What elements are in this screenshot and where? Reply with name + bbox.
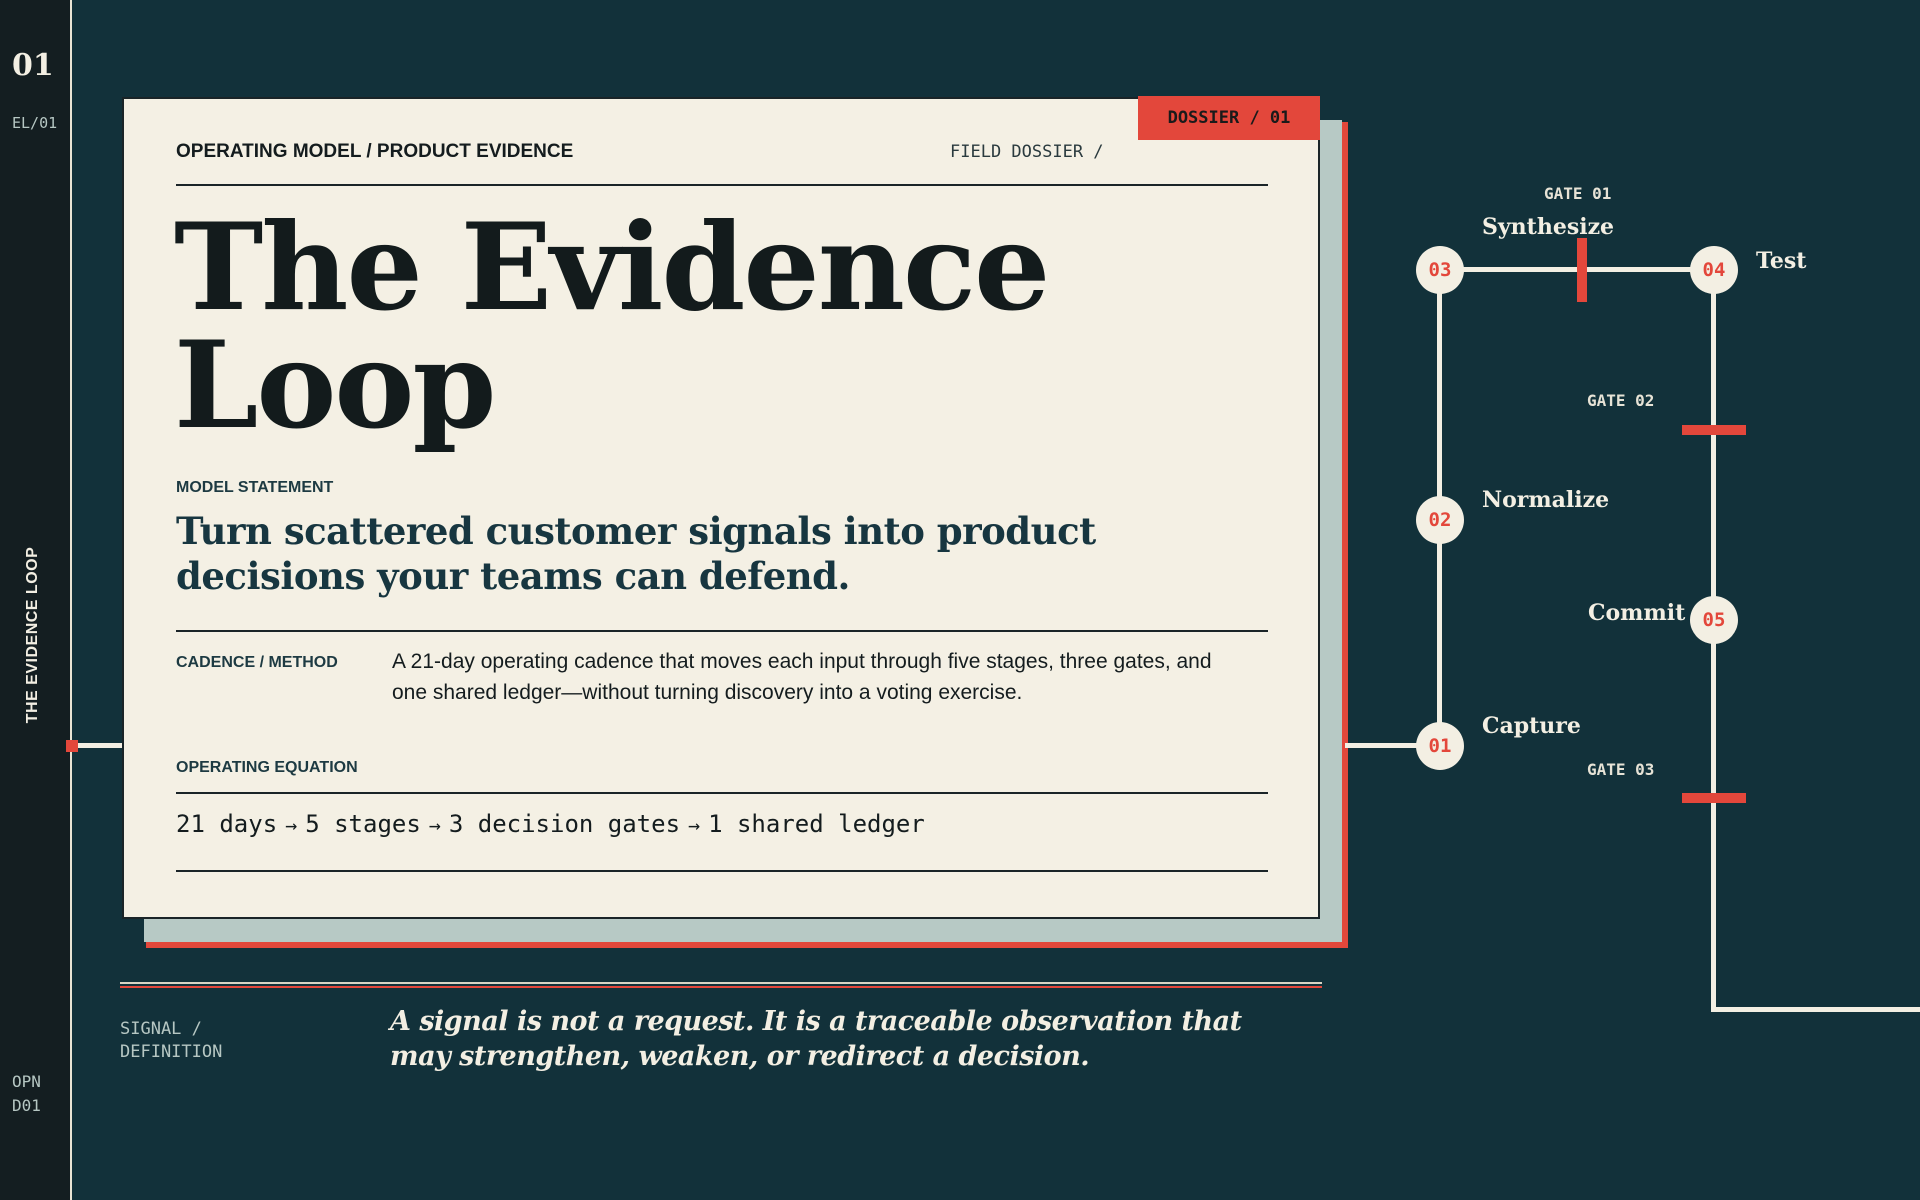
- gate-02-label: GATE 02: [1587, 391, 1655, 410]
- equation-rule-top: [176, 792, 1268, 794]
- statement-label: MODEL STATEMENT: [176, 479, 334, 496]
- vertical-title: THE EVIDENCE LOOP: [24, 546, 41, 724]
- field-dossier-label: FIELD DOSSIER / 01: [950, 142, 1104, 165]
- gate-03-label: GATE 03: [1587, 760, 1655, 779]
- stage-label-commit: Commit: [1588, 600, 1686, 626]
- stage-node-03: 03: [1416, 246, 1464, 294]
- arrow-right-icon: →: [285, 813, 298, 837]
- equation-days: 21 days: [176, 810, 278, 838]
- stage-node-05: 05: [1690, 596, 1738, 644]
- equation-stages: 5 stages: [305, 810, 421, 838]
- rail-footer: OPN D01: [12, 1070, 41, 1118]
- card-kicker: OPERATING MODEL / PRODUCT EVIDENCE: [176, 141, 574, 162]
- cadence-description: A 21-day operating cadence that moves ea…: [392, 650, 1212, 704]
- section-number: 01: [12, 48, 54, 83]
- gate-01-marker: [1577, 238, 1587, 302]
- equation-ledger: 1 shared ledger: [708, 810, 925, 838]
- loop-exit-line: [1711, 1007, 1920, 1012]
- statement-rule: [176, 630, 1268, 632]
- arrow-right-icon: →: [428, 813, 441, 837]
- signal-definition-label: SIGNAL / DEFINITION: [120, 1018, 222, 1064]
- signal-label-line2: DEFINITION: [120, 1042, 223, 1062]
- stage-label-synthesize: Synthesize: [1482, 214, 1615, 240]
- gate-03-marker: [1682, 793, 1746, 803]
- rail-footer-line1: OPN: [12, 1072, 41, 1091]
- header-rule: [176, 184, 1268, 186]
- rail-marker: [66, 740, 78, 752]
- model-statement: Turn scattered customer signals into pro…: [176, 509, 1096, 598]
- signal-definition-quote: A signal is not a request. It is a trace…: [390, 1006, 1242, 1072]
- signal-label-line1: SIGNAL /: [120, 1019, 202, 1039]
- stage-label-test: Test: [1756, 248, 1807, 274]
- rail-footer-line2: D01: [12, 1096, 41, 1115]
- rail-connector-line: [78, 743, 122, 748]
- divider-rule-accent: [120, 986, 1322, 988]
- stage-label-normalize: Normalize: [1482, 487, 1610, 513]
- cadence-label: CADENCE / METHOD: [176, 654, 338, 671]
- equation-gates: 3 decision gates: [448, 810, 681, 838]
- stage-node-01: 01: [1416, 722, 1464, 770]
- left-rail: 01 EL/01 THE EVIDENCE LOOP OPN D01: [0, 0, 72, 1200]
- section-code: EL/01: [12, 114, 58, 132]
- arrow-right-icon: →: [688, 813, 701, 837]
- operating-equation: 21 days → 5 stages → 3 decision gates → 1 shar…: [176, 810, 1256, 838]
- stage-node-04: 04: [1690, 246, 1738, 294]
- gate-01-label: GATE 01: [1544, 184, 1612, 203]
- divider-rule: [120, 982, 1322, 984]
- equation-rule-bottom: [176, 870, 1268, 872]
- dossier-tag: DOSSIER / 01: [1138, 96, 1320, 140]
- page-title: The Evidence Loop: [174, 197, 1050, 456]
- equation-label: OPERATING EQUATION: [176, 759, 358, 776]
- stage-label-capture: Capture: [1482, 713, 1581, 739]
- dossier-card: OPERATING MODEL / PRODUCT EVIDENCE FIELD…: [122, 97, 1320, 919]
- stage-node-02: 02: [1416, 496, 1464, 544]
- gate-02-marker: [1682, 425, 1746, 435]
